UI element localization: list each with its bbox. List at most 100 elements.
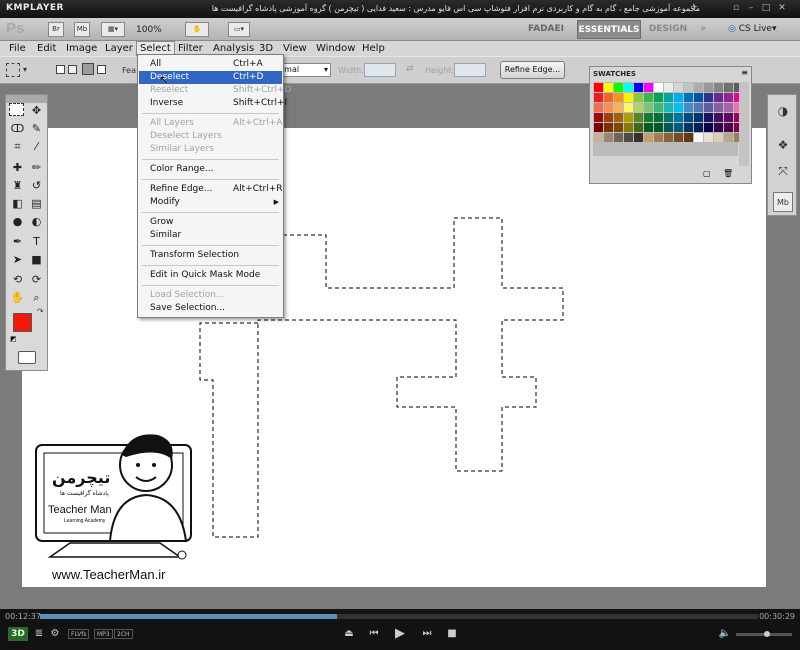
rectangular-marquee-tool-icon[interactable] bbox=[9, 103, 24, 116]
color-swatch[interactable] bbox=[674, 133, 683, 142]
crop-tool-icon[interactable]: ⌗ bbox=[9, 138, 26, 155]
minimize-to-tray-icon[interactable]: ▫ bbox=[730, 3, 742, 14]
pin-icon[interactable]: ✈ bbox=[688, 3, 700, 14]
color-swatch[interactable] bbox=[604, 83, 613, 92]
color-swatch[interactable] bbox=[644, 133, 653, 142]
color-swatch[interactable] bbox=[644, 123, 653, 132]
workspace-essentials[interactable]: ESSENTIALS bbox=[577, 20, 641, 39]
color-swatch[interactable] bbox=[604, 123, 613, 132]
workspace-fadaei[interactable]: FADAEI bbox=[520, 20, 572, 39]
color-swatch[interactable] bbox=[604, 133, 613, 142]
color-swatch[interactable] bbox=[694, 83, 703, 92]
more-workspaces-icon[interactable]: » bbox=[696, 20, 710, 39]
spot-healing-brush-icon[interactable]: ✚ bbox=[9, 159, 26, 176]
move-tool-icon[interactable]: ✥ bbox=[28, 102, 45, 119]
swatches-tab[interactable]: SWATCHES bbox=[593, 69, 636, 80]
color-swatch[interactable] bbox=[614, 103, 623, 112]
menu-help[interactable]: Help bbox=[359, 41, 388, 56]
menu-item-all-layers[interactable]: All Layers Alt+Ctrl+A bbox=[139, 117, 282, 130]
settings-gear-icon[interactable]: ⚙ bbox=[48, 627, 62, 641]
color-swatch[interactable] bbox=[634, 93, 643, 102]
color-swatch[interactable] bbox=[644, 83, 653, 92]
type-tool-icon[interactable]: T bbox=[28, 233, 45, 250]
width-field[interactable] bbox=[364, 63, 396, 77]
color-swatch[interactable] bbox=[624, 123, 633, 132]
refine-edge-button[interactable]: Refine Edge... bbox=[500, 61, 565, 79]
color-swatch[interactable] bbox=[724, 103, 733, 112]
pen-tool-icon[interactable]: ✒ bbox=[9, 233, 26, 250]
color-swatch[interactable] bbox=[684, 133, 693, 142]
color-swatch[interactable] bbox=[724, 133, 733, 142]
color-swatch[interactable] bbox=[634, 103, 643, 112]
color-swatch[interactable] bbox=[664, 93, 673, 102]
color-swatch[interactable] bbox=[704, 123, 713, 132]
menu-item-all[interactable]: All Ctrl+A bbox=[139, 58, 282, 71]
3d-orbit-tool-icon[interactable]: ⟳ bbox=[28, 271, 45, 288]
menu-file[interactable]: File bbox=[6, 41, 29, 56]
minimize-icon[interactable]: – bbox=[745, 3, 757, 14]
3d-rotate-tool-icon[interactable]: ⟲ bbox=[9, 271, 26, 288]
color-swatch[interactable] bbox=[684, 83, 693, 92]
menu-item-similar-layers[interactable]: Similar Layers bbox=[139, 143, 282, 156]
swap-colors-icon[interactable]: ↷ bbox=[37, 307, 44, 316]
menu-item-save-selection[interactable]: Save Selection... bbox=[139, 302, 282, 315]
eraser-tool-icon[interactable]: ◧ bbox=[9, 195, 26, 212]
playlist-icon[interactable]: ≣ bbox=[32, 627, 46, 641]
gradient-tool-icon[interactable]: ▤ bbox=[28, 195, 45, 212]
color-swatch[interactable] bbox=[674, 103, 683, 112]
color-swatch[interactable] bbox=[594, 123, 603, 132]
color-swatch[interactable] bbox=[604, 113, 613, 122]
color-swatch[interactable] bbox=[624, 103, 633, 112]
color-swatch[interactable] bbox=[654, 123, 663, 132]
color-swatch[interactable] bbox=[614, 123, 623, 132]
volume-slider[interactable] bbox=[736, 631, 792, 637]
color-swatch[interactable] bbox=[654, 83, 663, 92]
arrange-documents-icon[interactable]: ▭▾ bbox=[228, 22, 250, 37]
color-swatch[interactable] bbox=[724, 93, 733, 102]
menu-view[interactable]: View bbox=[280, 41, 310, 56]
color-swatch[interactable] bbox=[604, 93, 613, 102]
marquee-tool-preset-icon[interactable] bbox=[6, 63, 20, 77]
menu-window[interactable]: Window bbox=[313, 41, 358, 56]
lasso-tool-icon[interactable]: ↀ bbox=[9, 120, 26, 137]
quick-mask-mode-icon[interactable] bbox=[18, 351, 36, 364]
color-swatch[interactable] bbox=[634, 133, 643, 142]
workspace-design[interactable]: DESIGN bbox=[646, 20, 690, 39]
menu-edit[interactable]: Edit bbox=[34, 41, 59, 56]
color-swatch[interactable] bbox=[654, 133, 663, 142]
color-swatch[interactable] bbox=[684, 113, 693, 122]
menu-item-deselect-layers[interactable]: Deselect Layers bbox=[139, 130, 282, 143]
color-swatch[interactable] bbox=[594, 113, 603, 122]
color-swatch[interactable] bbox=[594, 103, 603, 112]
menu-item-grow[interactable]: Grow bbox=[139, 216, 282, 229]
color-swatch[interactable] bbox=[704, 103, 713, 112]
color-swatch[interactable] bbox=[664, 103, 673, 112]
color-swatch[interactable] bbox=[664, 83, 673, 92]
color-swatch[interactable] bbox=[704, 113, 713, 122]
color-swatch[interactable] bbox=[654, 93, 663, 102]
hand-tool-icon[interactable]: ✋ bbox=[9, 289, 26, 306]
color-swatch[interactable] bbox=[714, 113, 723, 122]
zoom-tool-icon[interactable]: ⌕ bbox=[28, 289, 45, 306]
height-field[interactable] bbox=[454, 63, 486, 77]
style-mode-select[interactable]: rmal ▾ bbox=[278, 63, 331, 77]
stop-icon[interactable]: ■ bbox=[445, 627, 459, 641]
color-swatch[interactable] bbox=[654, 113, 663, 122]
trash-icon[interactable]: 🗑 bbox=[723, 169, 733, 178]
dodge-tool-icon[interactable]: ◐ bbox=[28, 213, 45, 230]
color-swatch[interactable] bbox=[714, 133, 723, 142]
color-swatch[interactable] bbox=[694, 133, 703, 142]
color-swatch[interactable] bbox=[624, 133, 633, 142]
color-swatch[interactable] bbox=[634, 113, 643, 122]
color-swatch[interactable] bbox=[724, 83, 733, 92]
color-swatch[interactable] bbox=[594, 133, 603, 142]
color-swatch[interactable] bbox=[654, 103, 663, 112]
view-extras-icon[interactable]: ▦▾ bbox=[101, 22, 125, 37]
color-swatch[interactable] bbox=[644, 113, 653, 122]
color-swatch[interactable] bbox=[614, 133, 623, 142]
color-swatch[interactable] bbox=[594, 83, 603, 92]
blur-tool-icon[interactable]: ● bbox=[9, 213, 26, 230]
color-panel-icon[interactable]: ◑ bbox=[773, 101, 793, 121]
preset-dropdown-icon[interactable]: ▾ bbox=[23, 65, 27, 74]
color-swatch[interactable] bbox=[634, 123, 643, 132]
